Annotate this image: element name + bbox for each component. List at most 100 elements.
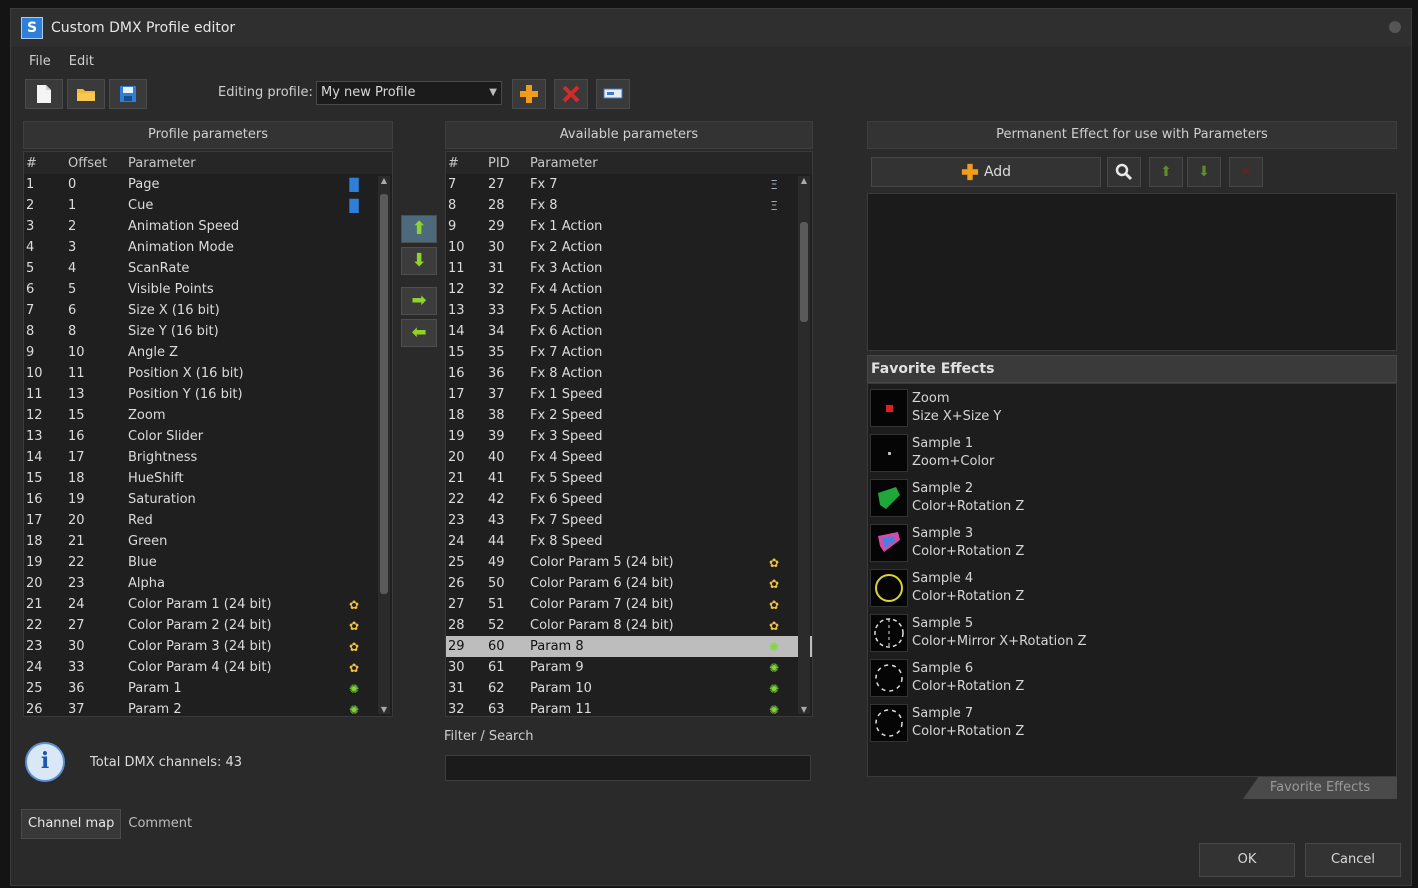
table-row[interactable]: 13 33 Fx 5 Action <box>446 300 812 321</box>
table-row[interactable]: 14 17 Brightness <box>24 447 392 468</box>
table-row[interactable]: 25 36 Param 1 ✺ <box>24 678 392 699</box>
scroll-up-icon[interactable]: ▲ <box>378 176 390 185</box>
table-row[interactable]: 15 18 HueShift <box>24 468 392 489</box>
table-row[interactable]: 6 5 Visible Points <box>24 279 392 300</box>
favorite-item[interactable]: Sample 4 Color+Rotation Z <box>870 566 1390 610</box>
tab-channel-map[interactable]: Channel map <box>21 809 122 839</box>
table-row[interactable]: 12 15 Zoom <box>24 405 392 426</box>
permanent-effect-list[interactable] <box>867 193 1397 351</box>
row-parameter: Zoom <box>128 408 166 423</box>
table-row[interactable]: 3 2 Animation Speed <box>24 216 392 237</box>
table-row[interactable]: 21 24 Color Param 1 (24 bit) ✿ <box>24 594 392 615</box>
row-parameter: Fx 5 Action <box>530 303 603 318</box>
table-row[interactable]: 17 20 Red <box>24 510 392 531</box>
table-row[interactable]: 30 61 Param 9 ✺ <box>446 657 812 678</box>
table-row[interactable]: 14 34 Fx 6 Action <box>446 321 812 342</box>
table-row[interactable]: 26 50 Color Param 6 (24 bit) ✿ <box>446 573 812 594</box>
row-number: 22 <box>26 618 43 633</box>
table-row[interactable]: 18 38 Fx 2 Speed <box>446 405 812 426</box>
menu-file[interactable]: File <box>20 51 60 73</box>
table-row[interactable]: 11 13 Position Y (16 bit) <box>24 384 392 405</box>
favorite-item[interactable]: Sample 6 Color+Rotation Z <box>870 656 1390 700</box>
table-row[interactable]: 32 63 Param 11 ✺ <box>446 699 812 716</box>
search-effect-button[interactable] <box>1107 157 1141 187</box>
ok-button[interactable]: OK <box>1199 843 1295 877</box>
new-file-icon[interactable] <box>25 79 63 109</box>
table-row[interactable]: 27 51 Color Param 7 (24 bit) ✿ <box>446 594 812 615</box>
table-row[interactable]: 31 62 Param 10 ✺ <box>446 678 812 699</box>
table-row[interactable]: 11 31 Fx 3 Action <box>446 258 812 279</box>
scroll-down-icon[interactable]: ▼ <box>798 705 810 714</box>
table-row[interactable]: 5 4 ScanRate <box>24 258 392 279</box>
table-row[interactable]: 10 30 Fx 2 Action <box>446 237 812 258</box>
table-row[interactable]: 18 21 Green <box>24 531 392 552</box>
move-down-button[interactable]: ⬇ <box>401 247 437 275</box>
scroll-thumb[interactable] <box>800 222 808 322</box>
profile-select[interactable]: My new Profile ▼ <box>316 81 502 105</box>
profile-params-scrollbar[interactable]: ▲ ▼ <box>378 176 390 714</box>
table-row[interactable]: 16 19 Saturation <box>24 489 392 510</box>
table-row[interactable]: 8 8 Size Y (16 bit) <box>24 321 392 342</box>
table-row[interactable]: 21 41 Fx 5 Speed <box>446 468 812 489</box>
favorite-effects-tab[interactable]: Favorite Effects <box>1243 777 1397 799</box>
add-to-profile-button[interactable]: ➡ <box>401 287 437 315</box>
window-close-icon[interactable] <box>1389 21 1401 33</box>
favorite-item[interactable]: Sample 3 Color+Rotation Z <box>870 521 1390 565</box>
table-row[interactable]: 9 10 Angle Z <box>24 342 392 363</box>
table-row[interactable]: 25 49 Color Param 5 (24 bit) ✿ <box>446 552 812 573</box>
table-row[interactable]: 19 39 Fx 3 Speed <box>446 426 812 447</box>
table-row[interactable]: 19 22 Blue <box>24 552 392 573</box>
table-row[interactable]: 7 27 Fx 7 Ξ <box>446 174 812 195</box>
available-params-scrollbar[interactable]: ▲ ▼ <box>798 176 810 714</box>
add-effect-button[interactable]: Add <box>871 157 1101 187</box>
row-number: 12 <box>448 282 465 297</box>
table-row[interactable]: 22 42 Fx 6 Speed <box>446 489 812 510</box>
table-row[interactable]: 7 6 Size X (16 bit) <box>24 300 392 321</box>
table-row[interactable]: 22 27 Color Param 2 (24 bit) ✿ <box>24 615 392 636</box>
tab-comment[interactable]: Comment <box>121 809 200 839</box>
table-row[interactable]: 12 32 Fx 4 Action <box>446 279 812 300</box>
table-row[interactable]: 8 28 Fx 8 Ξ <box>446 195 812 216</box>
scroll-thumb[interactable] <box>380 194 388 594</box>
table-row[interactable]: 17 37 Fx 1 Speed <box>446 384 812 405</box>
favorite-item[interactable]: Sample 1 Zoom+Color <box>870 431 1390 475</box>
favorite-item[interactable]: Zoom Size X+Size Y <box>870 386 1390 430</box>
favorite-item[interactable]: Sample 2 Color+Rotation Z <box>870 476 1390 520</box>
effect-up-button[interactable]: ⬆ <box>1149 157 1183 187</box>
table-row[interactable]: 15 35 Fx 7 Action <box>446 342 812 363</box>
save-disk-icon[interactable] <box>109 79 147 109</box>
table-row[interactable]: 2 1 Cue █ <box>24 195 392 216</box>
row-number: 9 <box>448 219 457 234</box>
table-row[interactable]: 23 43 Fx 7 Speed <box>446 510 812 531</box>
table-row[interactable]: 28 52 Color Param 8 (24 bit) ✿ <box>446 615 812 636</box>
remove-from-profile-button[interactable]: ⬅ <box>401 319 437 347</box>
favorite-item[interactable]: Sample 5 Color+Mirror X+Rotation Z <box>870 611 1390 655</box>
table-row[interactable]: 24 44 Fx 8 Speed <box>446 531 812 552</box>
effect-down-button[interactable]: ⬇ <box>1187 157 1221 187</box>
table-row[interactable]: 23 30 Color Param 3 (24 bit) ✿ <box>24 636 392 657</box>
move-up-button[interactable]: ⬆ <box>401 215 437 243</box>
add-plus-icon[interactable] <box>512 79 546 109</box>
table-row[interactable]: 16 36 Fx 8 Action <box>446 363 812 384</box>
table-row[interactable]: 1 0 Page █ <box>24 174 392 195</box>
scroll-down-icon[interactable]: ▼ <box>378 705 390 714</box>
table-row[interactable]: 13 16 Color Slider <box>24 426 392 447</box>
table-row[interactable]: 20 40 Fx 4 Speed <box>446 447 812 468</box>
table-row[interactable]: 20 23 Alpha <box>24 573 392 594</box>
favorite-item[interactable]: Sample 7 Color+Rotation Z <box>870 701 1390 745</box>
row-code: 50 <box>488 576 505 591</box>
delete-x-icon[interactable] <box>554 79 588 109</box>
table-row[interactable]: 26 37 Param 2 ✺ <box>24 699 392 716</box>
open-folder-icon[interactable] <box>67 79 105 109</box>
table-row[interactable]: 9 29 Fx 1 Action <box>446 216 812 237</box>
table-row[interactable]: 10 11 Position X (16 bit) <box>24 363 392 384</box>
cancel-button[interactable]: Cancel <box>1305 843 1401 877</box>
filter-search-input[interactable] <box>445 755 811 781</box>
scroll-up-icon[interactable]: ▲ <box>798 176 810 185</box>
rename-icon[interactable] <box>596 79 630 109</box>
effect-delete-button[interactable]: ✕ <box>1229 157 1263 187</box>
table-row[interactable]: 4 3 Animation Mode <box>24 237 392 258</box>
menu-edit[interactable]: Edit <box>60 51 103 73</box>
table-row[interactable]: 29 60 Param 8 ✺ <box>446 636 812 657</box>
table-row[interactable]: 24 33 Color Param 4 (24 bit) ✿ <box>24 657 392 678</box>
